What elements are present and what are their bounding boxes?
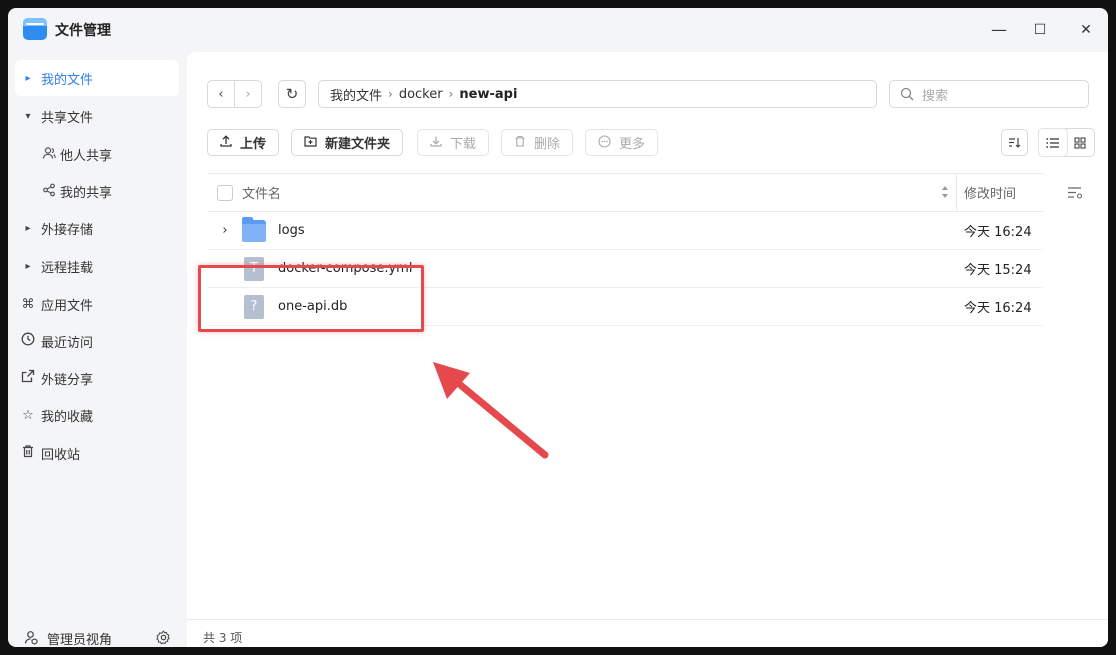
sidebar-item-my-shares[interactable]: 我的共享 xyxy=(38,173,179,209)
sidebar-item-shared-by-others[interactable]: 他人共享 xyxy=(38,136,179,172)
admin-view-label[interactable]: 管理员视角 xyxy=(47,629,112,647)
download-icon xyxy=(430,135,442,150)
item-count: 共 3 项 xyxy=(203,631,243,645)
back-button[interactable]: ‹ xyxy=(207,80,235,108)
view-toggle xyxy=(1038,128,1095,157)
search-input[interactable]: 搜索 xyxy=(889,80,1089,108)
chevron-right-icon[interactable]: › xyxy=(208,223,242,238)
sidebar-item-shared-files[interactable]: ▾ 共享文件 xyxy=(15,98,179,134)
caret-down-icon: ▾ xyxy=(25,110,31,122)
sidebar-item-remote-mount[interactable]: ▸ 远程挂载 xyxy=(15,248,179,284)
sidebar-item-label: 外链分享 xyxy=(41,372,94,388)
sidebar-item-link-share[interactable]: 外链分享 xyxy=(15,360,179,396)
file-modified-time: 今天 15:24 xyxy=(964,263,1032,278)
status-bar: 共 3 项 xyxy=(187,619,1108,647)
column-divider xyxy=(956,174,957,211)
breadcrumb-item[interactable]: docker xyxy=(399,87,443,102)
sidebar-item-label: 他人共享 xyxy=(60,148,113,164)
sidebar-item-my-files[interactable]: ▸ 我的文件 xyxy=(15,60,179,96)
sidebar-item-trash[interactable]: 回收站 xyxy=(15,435,179,471)
column-settings-icon[interactable] xyxy=(1067,185,1084,204)
chevron-right-icon: › xyxy=(448,87,454,101)
sidebar-item-label: 外接存储 xyxy=(41,222,94,238)
minimize-button[interactable]: — xyxy=(989,20,1009,40)
search-icon xyxy=(900,87,914,101)
more-button[interactable]: 更多 xyxy=(585,129,659,156)
breadcrumb-current: new-api xyxy=(459,86,518,102)
sidebar-item-favorites[interactable]: ☆ 我的收藏 xyxy=(15,397,179,433)
table-row[interactable]: › logs 今天 16:24 xyxy=(208,212,1043,250)
sidebar-item-recent[interactable]: 最近访问 xyxy=(15,323,179,359)
sidebar-item-label: 回收站 xyxy=(41,447,81,463)
more-circle-icon xyxy=(598,134,611,151)
clock-icon xyxy=(15,332,41,350)
sidebar-item-app-files[interactable]: ⌘ 应用文件 xyxy=(15,286,179,322)
forward-button[interactable]: › xyxy=(234,80,262,108)
search-placeholder: 搜索 xyxy=(922,88,949,104)
sidebar-item-label: 我的共享 xyxy=(60,185,113,201)
sidebar-item-label: 最近访问 xyxy=(41,335,94,351)
chevron-right-icon: › xyxy=(388,87,393,101)
refresh-button[interactable]: ↻ xyxy=(278,80,306,108)
file-modified-time: 今天 16:24 xyxy=(964,301,1032,316)
sidebar: ▸ 我的文件 ▾ 共享文件 他人共享 我的共享 ▸ 外接存储 ▸ 远程挂载 ⌘ … xyxy=(8,52,187,647)
folder-icon xyxy=(242,216,266,242)
column-header-name[interactable]: 文件名 xyxy=(242,183,281,202)
caret-right-icon: ▸ xyxy=(25,260,31,272)
caret-right-icon: ▸ xyxy=(25,72,31,84)
trash-icon xyxy=(514,135,526,150)
share-icon xyxy=(38,183,60,200)
table-header: 文件名 修改时间 xyxy=(208,173,1043,212)
settings-gear-icon[interactable] xyxy=(156,630,171,647)
trash-icon xyxy=(15,444,41,462)
close-button[interactable]: ✕ xyxy=(1076,20,1096,40)
users-icon xyxy=(38,146,60,163)
sidebar-item-label: 共享文件 xyxy=(41,110,94,126)
app-title: 文件管理 xyxy=(55,23,111,39)
grid-view-icon[interactable] xyxy=(1067,129,1095,156)
maximize-button[interactable]: ☐ xyxy=(1030,20,1050,40)
caret-right-icon: ▸ xyxy=(25,222,31,234)
main-panel: ‹ › ↻ 我的文件 › docker › new-api 搜索 上传 新建文件… xyxy=(187,52,1108,647)
list-view-icon[interactable] xyxy=(1039,129,1067,156)
new-folder-button[interactable]: 新建文件夹 xyxy=(291,129,404,156)
star-icon: ☆ xyxy=(22,407,34,423)
command-icon: ⌘ xyxy=(21,296,35,312)
sort-button[interactable] xyxy=(1001,129,1028,156)
sidebar-item-label: 应用文件 xyxy=(41,298,94,314)
sidebar-item-label: 我的收藏 xyxy=(41,409,94,425)
column-header-modified[interactable]: 修改时间 xyxy=(964,183,1016,202)
sort-icon xyxy=(1008,136,1021,149)
upload-button[interactable]: 上传 xyxy=(207,129,280,156)
sidebar-item-label: 我的文件 xyxy=(41,72,94,88)
sort-arrows-icon[interactable] xyxy=(941,185,949,203)
external-link-icon xyxy=(15,369,41,387)
file-manager-window: 文件管理 — ☐ ✕ ▸ 我的文件 ▾ 共享文件 他人共享 我的共享 ▸ 外接存… xyxy=(8,8,1108,647)
select-all-checkbox[interactable] xyxy=(217,184,233,201)
app-icon xyxy=(23,18,47,40)
breadcrumb-item[interactable]: 我的文件 xyxy=(330,85,382,104)
sidebar-item-label: 远程挂载 xyxy=(41,260,94,276)
sidebar-footer: 管理员视角 xyxy=(8,618,187,647)
sidebar-item-external-storage[interactable]: ▸ 外接存储 xyxy=(15,210,179,246)
title-bar: 文件管理 — ☐ ✕ xyxy=(8,8,1108,52)
upload-icon xyxy=(220,135,232,150)
breadcrumb: 我的文件 › docker › new-api xyxy=(318,80,877,108)
file-name: logs xyxy=(278,223,305,238)
admin-user-icon xyxy=(24,630,39,647)
file-modified-time: 今天 16:24 xyxy=(964,225,1032,240)
delete-button[interactable]: 删除 xyxy=(501,129,574,156)
download-button[interactable]: 下载 xyxy=(417,129,490,156)
new-folder-icon xyxy=(304,135,317,150)
annotation-highlight-box xyxy=(198,265,424,332)
